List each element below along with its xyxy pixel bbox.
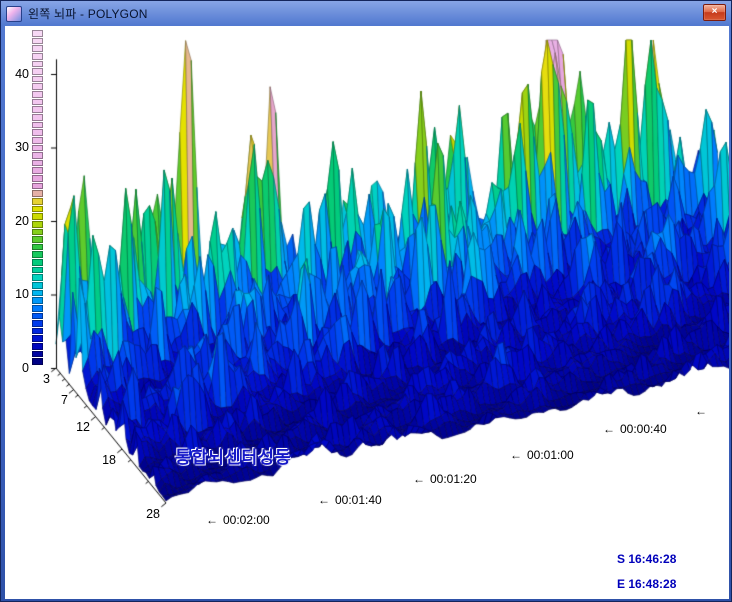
left-arrow-icon: ← bbox=[206, 513, 218, 527]
titlebar[interactable]: 왼쪽 뇌파 - POLYGON × bbox=[6, 4, 726, 23]
legend-segment bbox=[32, 267, 43, 274]
legend-segment bbox=[32, 221, 43, 228]
time-tick: ← 00:02:00 bbox=[206, 513, 270, 527]
legend-segment bbox=[32, 114, 43, 121]
legend-segment bbox=[32, 91, 43, 98]
left-arrow-icon: ← bbox=[603, 422, 615, 436]
legend-segment bbox=[32, 152, 43, 159]
legend-segment bbox=[32, 305, 43, 312]
waterfall-canvas bbox=[5, 26, 729, 599]
frequency-tick-label: 7 bbox=[46, 393, 68, 407]
legend-segment bbox=[32, 145, 43, 152]
frequency-tick-label: 3 bbox=[28, 372, 50, 386]
legend-segment bbox=[32, 320, 43, 327]
legend-segment bbox=[32, 30, 43, 37]
legend-segment bbox=[32, 206, 43, 213]
legend-segment bbox=[32, 76, 43, 83]
time-tick: ← 00:01:00 bbox=[510, 448, 574, 462]
legend-segment bbox=[32, 297, 43, 304]
time-tick-label: 00:00:40 bbox=[620, 422, 667, 436]
legend-segment bbox=[32, 106, 43, 113]
legend-segment bbox=[32, 229, 43, 236]
watermark-text: 통합뇌센터성동 bbox=[175, 443, 291, 468]
left-arrow-icon: ← bbox=[510, 448, 522, 462]
amplitude-tick-label: 10 bbox=[7, 287, 29, 301]
legend-segment bbox=[32, 61, 43, 68]
left-arrow-icon: ← bbox=[413, 472, 425, 486]
color-scale-legend bbox=[32, 30, 43, 366]
legend-segment bbox=[32, 137, 43, 144]
legend-segment bbox=[32, 236, 43, 243]
end-time-label: E 16:48:28 bbox=[617, 577, 676, 591]
legend-segment bbox=[32, 358, 43, 365]
close-button[interactable]: × bbox=[703, 4, 726, 21]
amplitude-tick-label: 20 bbox=[7, 214, 29, 228]
amplitude-tick-label: 30 bbox=[7, 140, 29, 154]
legend-segment bbox=[32, 335, 43, 342]
legend-segment bbox=[32, 244, 43, 251]
time-tick: ← 00:00:40 bbox=[603, 422, 667, 436]
legend-segment bbox=[32, 251, 43, 258]
time-tick-label: 00:01:00 bbox=[527, 448, 574, 462]
frequency-tick-label: 12 bbox=[68, 420, 90, 434]
legend-segment bbox=[32, 213, 43, 220]
legend-segment bbox=[32, 259, 43, 266]
legend-segment bbox=[32, 122, 43, 129]
legend-segment bbox=[32, 83, 43, 90]
legend-segment bbox=[32, 274, 43, 281]
legend-segment bbox=[32, 198, 43, 205]
legend-segment bbox=[32, 38, 43, 45]
frequency-tick-label: 18 bbox=[94, 453, 116, 467]
legend-segment bbox=[32, 99, 43, 106]
time-tick-label: 00:01:40 bbox=[335, 493, 382, 507]
legend-segment bbox=[32, 129, 43, 136]
time-tick: ← 00:01:40 bbox=[318, 493, 382, 507]
time-tick-label: 00:01:20 bbox=[430, 472, 477, 486]
legend-segment bbox=[32, 68, 43, 75]
left-arrow-icon: ← bbox=[695, 404, 707, 418]
time-tick-label: 00:02:00 bbox=[223, 513, 270, 527]
legend-segment bbox=[32, 282, 43, 289]
window-icon bbox=[6, 6, 22, 22]
amplitude-tick-label: 40 bbox=[7, 67, 29, 81]
amplitude-tick-label: 0 bbox=[7, 361, 29, 375]
legend-segment bbox=[32, 351, 43, 358]
window-title: 왼쪽 뇌파 - POLYGON bbox=[28, 5, 148, 22]
left-arrow-icon: ← bbox=[318, 493, 330, 507]
legend-segment bbox=[32, 45, 43, 52]
legend-segment bbox=[32, 343, 43, 350]
legend-segment bbox=[32, 328, 43, 335]
legend-segment bbox=[32, 190, 43, 197]
legend-segment bbox=[32, 53, 43, 60]
legend-segment bbox=[32, 160, 43, 167]
time-tick-edge: ← bbox=[695, 404, 712, 418]
legend-segment bbox=[32, 183, 43, 190]
legend-segment bbox=[32, 290, 43, 297]
window: 왼쪽 뇌파 - POLYGON × 40 30 20 10 0 3 7 12 1… bbox=[0, 0, 732, 602]
chart-area: 40 30 20 10 0 3 7 12 18 28 ← ← 00:00:40 ←… bbox=[5, 26, 729, 599]
legend-segment bbox=[32, 167, 43, 174]
time-tick: ← 00:01:20 bbox=[413, 472, 477, 486]
frequency-tick-label: 28 bbox=[138, 507, 160, 521]
start-time-label: S 16:46:28 bbox=[617, 552, 676, 566]
close-icon: × bbox=[712, 6, 718, 17]
legend-segment bbox=[32, 313, 43, 320]
legend-segment bbox=[32, 175, 43, 182]
